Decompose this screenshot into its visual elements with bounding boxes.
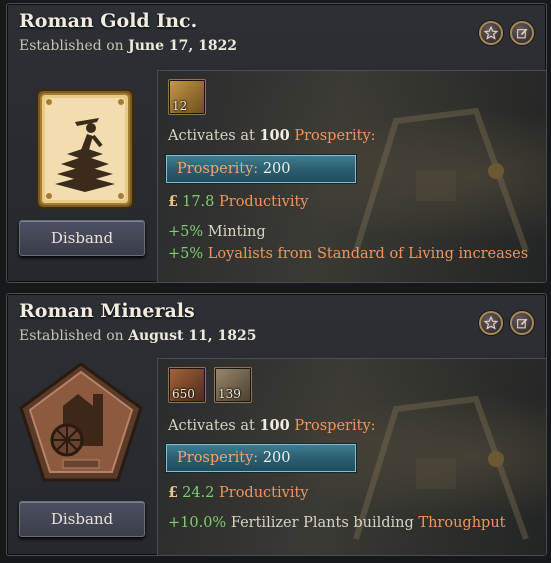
star-icon (484, 316, 498, 330)
prosperity-bar[interactable]: Prosperity: 200 (166, 155, 356, 183)
company-details-panel: 650 139 Activates at 100 Prosperity: Pro… (157, 358, 546, 555)
established-value: August 11, 1825 (128, 328, 257, 344)
gold-resource-badge[interactable]: 12 (168, 79, 206, 115)
company-emblem-gold (35, 88, 135, 220)
company-card-roman-gold: Roman Gold Inc. Established on June 17, … (6, 3, 547, 283)
edit-icon (516, 318, 527, 328)
established-date: Established on June 17, 1822 (19, 38, 237, 54)
favorite-button[interactable] (479, 21, 503, 45)
disband-button[interactable]: Disband (19, 501, 145, 537)
productivity-line: £24.2 Productivity (168, 484, 309, 501)
company-name: Roman Minerals (19, 300, 195, 322)
effect-throughput: +10.0% Fertilizer Plants building Throug… (168, 515, 506, 531)
star-icon (484, 26, 498, 40)
effect-minting: +5% Minting (168, 224, 266, 240)
pound-icon: £ (168, 484, 179, 501)
edit-button[interactable] (510, 311, 534, 335)
sulfur-resource-badge[interactable]: 650 (168, 367, 206, 403)
established-value: June 17, 1822 (128, 38, 238, 54)
resource-count: 139 (218, 387, 241, 401)
activation-requirement: Activates at 100 Prosperity: (168, 127, 376, 144)
company-name: Roman Gold Inc. (19, 10, 198, 32)
company-card-roman-minerals: Roman Minerals Established on August 11,… (6, 293, 547, 556)
favorite-button[interactable] (479, 311, 503, 335)
disband-button[interactable]: Disband (19, 220, 145, 256)
established-label: Established on (19, 328, 124, 344)
company-emblem-minerals (19, 362, 143, 494)
mine-background-image (353, 107, 529, 253)
effect-loyalists: +5% Loyalists from Standard of Living in… (168, 246, 529, 262)
edit-button[interactable] (510, 21, 534, 45)
iron-resource-badge[interactable]: 139 (214, 367, 252, 403)
established-date: Established on August 11, 1825 (19, 328, 257, 344)
resource-count: 12 (172, 99, 188, 113)
pound-icon: £ (168, 193, 179, 210)
resource-count: 650 (172, 387, 195, 401)
activation-requirement: Activates at 100 Prosperity: (168, 417, 376, 434)
established-label: Established on (19, 38, 124, 54)
company-details-panel: 12 Activates at 100 Prosperity: Prosperi… (157, 70, 546, 282)
edit-icon (516, 28, 527, 38)
productivity-line: £17.8 Productivity (168, 193, 309, 210)
prosperity-bar[interactable]: Prosperity: 200 (166, 444, 356, 472)
